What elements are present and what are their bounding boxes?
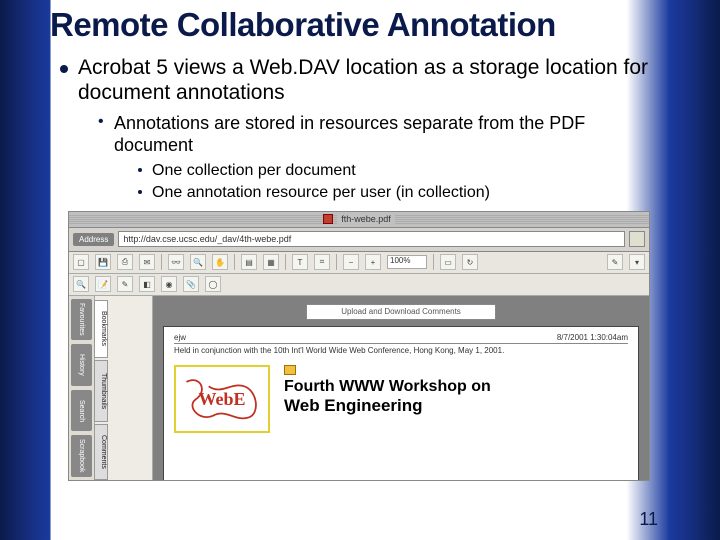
bullet-text-1: Acrobat 5 views a Web.DAV location as a … [78,56,648,105]
explorer-sidebar: Favourites History Search Scrapbook [69,296,95,480]
acrobat-screenshot: fth-webe.pdf Address http://dav.cse.ucsc… [68,211,650,481]
sticky-note-icon[interactable] [284,365,296,375]
toolbar-row-2: 🔍 📝 ✎ ◧ ◉ 📎 ◯ [69,274,649,296]
bullet-text-2: Annotations are stored in resources sepa… [114,113,585,156]
bullet-level3-b: One annotation resource per user (in col… [136,183,660,203]
bullet-level1: Acrobat 5 views a Web.DAV location as a … [56,55,660,203]
slide-title: Remote Collaborative Annotation [50,8,660,43]
save-icon[interactable]: 💾 [95,254,111,270]
crop-icon[interactable]: ⌗ [314,254,330,270]
menu-icon[interactable]: ▾ [629,254,645,270]
address-label: Address [73,233,114,246]
workshop-line1: Fourth WWW Workshop on [284,379,628,396]
rotate-icon[interactable]: ↻ [462,254,478,270]
hand-icon[interactable]: ✋ [212,254,228,270]
mail-icon[interactable]: ✉ [139,254,155,270]
webe-logo: WebE [174,365,270,433]
conference-subtitle: Held in conjunction with the 10th Int'l … [174,346,628,356]
page-icon[interactable]: ▤ [241,254,257,270]
window-title: fth-webe.pdf [337,214,395,224]
upload-download-comments-button[interactable]: Upload and Download Comments [306,304,496,320]
zoom-out-icon[interactable]: − [343,254,359,270]
window-titlebar: fth-webe.pdf [69,212,649,228]
acrobat-nav-panel: Bookmarks Thumbnails Comments [95,296,153,480]
zoom-field[interactable]: 100% [387,255,427,269]
tab-comments[interactable]: Comments [94,424,108,480]
webe-logo-text: WebE [198,389,245,410]
sign-icon[interactable]: ✎ [607,254,623,270]
zoom-tool-icon[interactable]: 🔍 [73,276,89,292]
stamp-tool-icon[interactable]: ◉ [161,276,177,292]
pdf-icon [323,214,333,224]
sidebar-search[interactable]: Search [71,390,92,432]
binoculars-icon[interactable]: 👓 [168,254,184,270]
pdf-page: ejw 8/7/2001 1:30:04am Held in conjuncti… [163,326,639,480]
pencil-tool-icon[interactable]: ✎ [117,276,133,292]
address-url[interactable]: http://dav.cse.ucsc.edu/_dav/4th-webe.pd… [118,231,625,247]
tab-thumbnails[interactable]: Thumbnails [94,360,108,422]
note-tool-icon[interactable]: 📝 [95,276,111,292]
zoom-in-icon[interactable]: + [365,254,381,270]
highlight-tool-icon[interactable]: ◧ [139,276,155,292]
find-icon[interactable]: 🔍 [190,254,206,270]
bullet-level2: Annotations are stored in resources sepa… [96,112,660,203]
address-bar: Address http://dav.cse.ucsc.edu/_dav/4th… [69,228,649,252]
tab-bookmarks[interactable]: Bookmarks [94,300,108,358]
layout-icon[interactable]: ▦ [263,254,279,270]
sidebar-history[interactable]: History [71,344,92,386]
fit-icon[interactable]: ▭ [440,254,456,270]
open-icon[interactable]: ▢ [73,254,89,270]
text-select-icon[interactable]: T [292,254,308,270]
slide-page-number: 11 [639,509,658,530]
go-button-icon[interactable] [629,231,645,247]
sidebar-scrapbook[interactable]: Scrapbook [71,435,92,477]
toolbar-row-1: ▢ 💾 ⎙ ✉ 👓 🔍 ✋ ▤ ▦ T ⌗ − + 100% ▭ ↻ ✎ ▾ [69,252,649,274]
shape-tool-icon[interactable]: ◯ [205,276,221,292]
sidebar-favourites[interactable]: Favourites [71,299,92,341]
document-viewport: Upload and Download Comments ejw 8/7/200… [153,296,649,480]
annotation-user: ejw [174,333,186,342]
workshop-line2: Web Engineering [284,396,628,416]
print-icon[interactable]: ⎙ [117,254,133,270]
annotation-timestamp: 8/7/2001 1:30:04am [557,333,628,342]
bullet-level3-a: One collection per document [136,161,660,181]
attach-tool-icon[interactable]: 📎 [183,276,199,292]
